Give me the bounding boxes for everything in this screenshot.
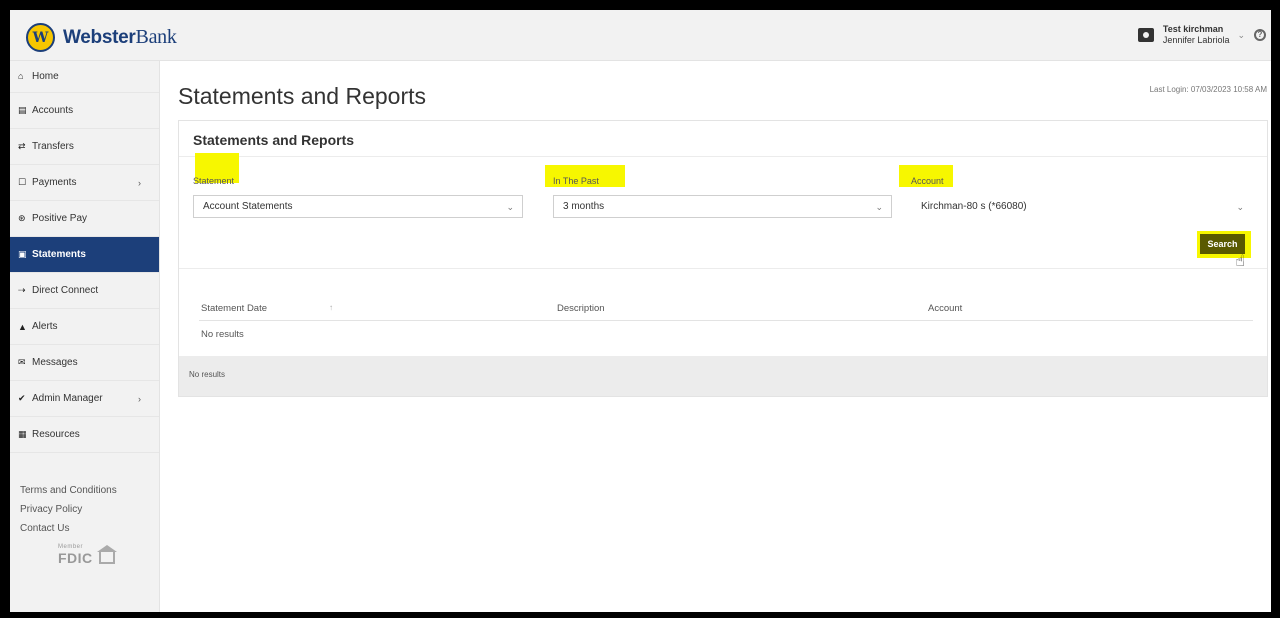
card-title: Statements and Reports (179, 121, 1267, 157)
sort-arrow-icon[interactable]: ↑ (329, 303, 333, 312)
in-the-past-select[interactable]: 3 months ⌄ (553, 195, 892, 218)
sidebar-item-label: Resources (32, 429, 80, 440)
sidebar-item-label: Positive Pay (32, 213, 88, 224)
statement-select[interactable]: Account Statements ⌄ (193, 195, 523, 218)
account-select[interactable]: Kirchman-80 s (*66080) ⌄ (911, 195, 1253, 218)
last-login: Last Login: 07/03/2023 10:58 AM (1149, 85, 1267, 94)
user-card-icon (1137, 28, 1154, 42)
sidebar-item-label: Direct Connect (32, 285, 99, 296)
account-value: Kirchman-80 s (*66080) (921, 201, 1027, 212)
hand-cursor-icon: ☝ (1235, 253, 1245, 270)
sidebar-item-label: Transfers (32, 141, 74, 152)
sidebar-item-transfers[interactable]: ⇄ Transfers (10, 129, 159, 165)
column-account[interactable]: Account (928, 303, 962, 314)
positive-pay-icon: ⊛ (18, 213, 26, 223)
chevron-right-icon: › (138, 393, 141, 404)
privacy-link[interactable]: Privacy Policy (20, 500, 159, 519)
logo-mark-icon: W (26, 23, 55, 52)
account-field: Account Kirchman-80 s (*66080) ⌄ (911, 171, 1253, 218)
contact-link[interactable]: Contact Us (20, 519, 159, 538)
user-subname: Jennifer Labriola (1162, 35, 1230, 45)
equal-housing-icon (96, 545, 117, 564)
user-name: Test kirchman (1162, 24, 1224, 34)
screenshot-frame: W WebsterBank Test kirchman Jennifer Lab… (0, 0, 1280, 618)
sidebar-item-direct-connect[interactable]: ⇢ Direct Connect (10, 273, 159, 309)
logo-text-rest: Bank (135, 26, 177, 48)
logo-text-bold: Webster (63, 27, 136, 48)
column-description[interactable]: Description (557, 303, 605, 314)
sidebar-footer-links: Terms and Conditions Privacy Policy Cont… (10, 453, 159, 538)
empty-state: No results (201, 329, 244, 340)
sidebar-item-resources[interactable]: ▦ Resources (10, 417, 159, 453)
transfer-arrows-icon: ⇄ (18, 141, 26, 151)
statements-icon: ▣ (18, 249, 27, 259)
main-content: Statements and Reports Last Login: 07/03… (160, 61, 1271, 612)
chevron-down-icon: ⌄ (506, 202, 514, 212)
terms-link[interactable]: Terms and Conditions (20, 481, 159, 500)
card-footer: No results (179, 356, 1267, 396)
fdic-logo: Member FDIC (58, 544, 159, 566)
user-menu[interactable]: Test kirchman Jennifer Labriola ⌄ (1137, 24, 1245, 46)
top-bar: W WebsterBank Test kirchman Jennifer Lab… (10, 10, 1271, 61)
sidebar-item-messages[interactable]: ✉ Messages (10, 345, 159, 381)
sidebar-item-admin-manager[interactable]: ✔ Admin Manager › (10, 381, 159, 417)
in-the-past-label: In The Past (553, 176, 599, 186)
resources-icon: ▦ (18, 429, 27, 439)
home-icon: ⌂ (18, 71, 24, 81)
chevron-down-icon: ⌄ (875, 202, 883, 212)
sidebar-item-home[interactable]: ⌂ Home (10, 61, 159, 93)
sidebar-item-label: Admin Manager (32, 393, 103, 404)
in-the-past-field: In The Past 3 months ⌄ (553, 171, 892, 218)
accounts-icon: ▤ (18, 105, 27, 115)
statements-card: Statements and Reports Statement Account… (178, 120, 1268, 397)
webster-bank-logo[interactable]: W WebsterBank (26, 23, 177, 52)
filters-panel: Statement Account Statements ⌄ In The Pa… (179, 153, 1267, 270)
statement-field: Statement Account Statements ⌄ (193, 171, 523, 218)
envelope-icon: ✉ (18, 357, 26, 367)
sidebar-item-payments[interactable]: ☐ Payments › (10, 165, 159, 201)
account-label: Account (911, 176, 944, 186)
app-window: W WebsterBank Test kirchman Jennifer Lab… (10, 10, 1271, 612)
logo-text: WebsterBank (63, 26, 177, 49)
bell-icon: ▲ (18, 321, 27, 332)
statement-label: Statement (193, 176, 235, 186)
sidebar-item-label: Home (32, 71, 59, 82)
fdic-member-text: Member (58, 544, 84, 550)
payments-icon: ☐ (18, 177, 27, 187)
in-the-past-value: 3 months (563, 201, 605, 212)
help-icon[interactable]: ? (1254, 29, 1266, 41)
chevron-right-icon: › (138, 177, 141, 188)
direct-connect-icon: ⇢ (18, 285, 26, 295)
fdic-text: FDIC (58, 550, 93, 566)
admin-check-icon: ✔ (18, 393, 26, 403)
sidebar-item-label: Accounts (32, 105, 74, 116)
column-statement-date[interactable]: Statement Date (201, 303, 267, 314)
sidebar-item-alerts[interactable]: ▲ Alerts (10, 309, 159, 345)
sidebar-item-label: Statements (32, 249, 86, 260)
page-title: Statements and Reports (178, 83, 427, 109)
sidebar-item-label: Alerts (32, 321, 58, 332)
table-header: Statement Date ↑ Description Account (199, 301, 1253, 321)
statement-value: Account Statements (203, 201, 293, 212)
chevron-down-icon: ⌄ (1236, 202, 1244, 212)
sidebar-item-statements[interactable]: ▣ Statements (10, 237, 159, 273)
sidebar-item-label: Messages (32, 357, 78, 368)
sidebar: ⌂ Home ▤ Accounts ⇄ Transfers ☐ Payments… (10, 61, 160, 612)
results-table: Statement Date ↑ Description Account No … (179, 269, 1267, 358)
sidebar-item-label: Payments (32, 177, 77, 188)
sidebar-item-positive-pay[interactable]: ⊛ Positive Pay (10, 201, 159, 237)
sidebar-item-accounts[interactable]: ▤ Accounts (10, 93, 159, 129)
chevron-down-icon: ⌄ (1237, 29, 1245, 40)
user-info: Test kirchman Jennifer Labriola (1163, 24, 1230, 46)
